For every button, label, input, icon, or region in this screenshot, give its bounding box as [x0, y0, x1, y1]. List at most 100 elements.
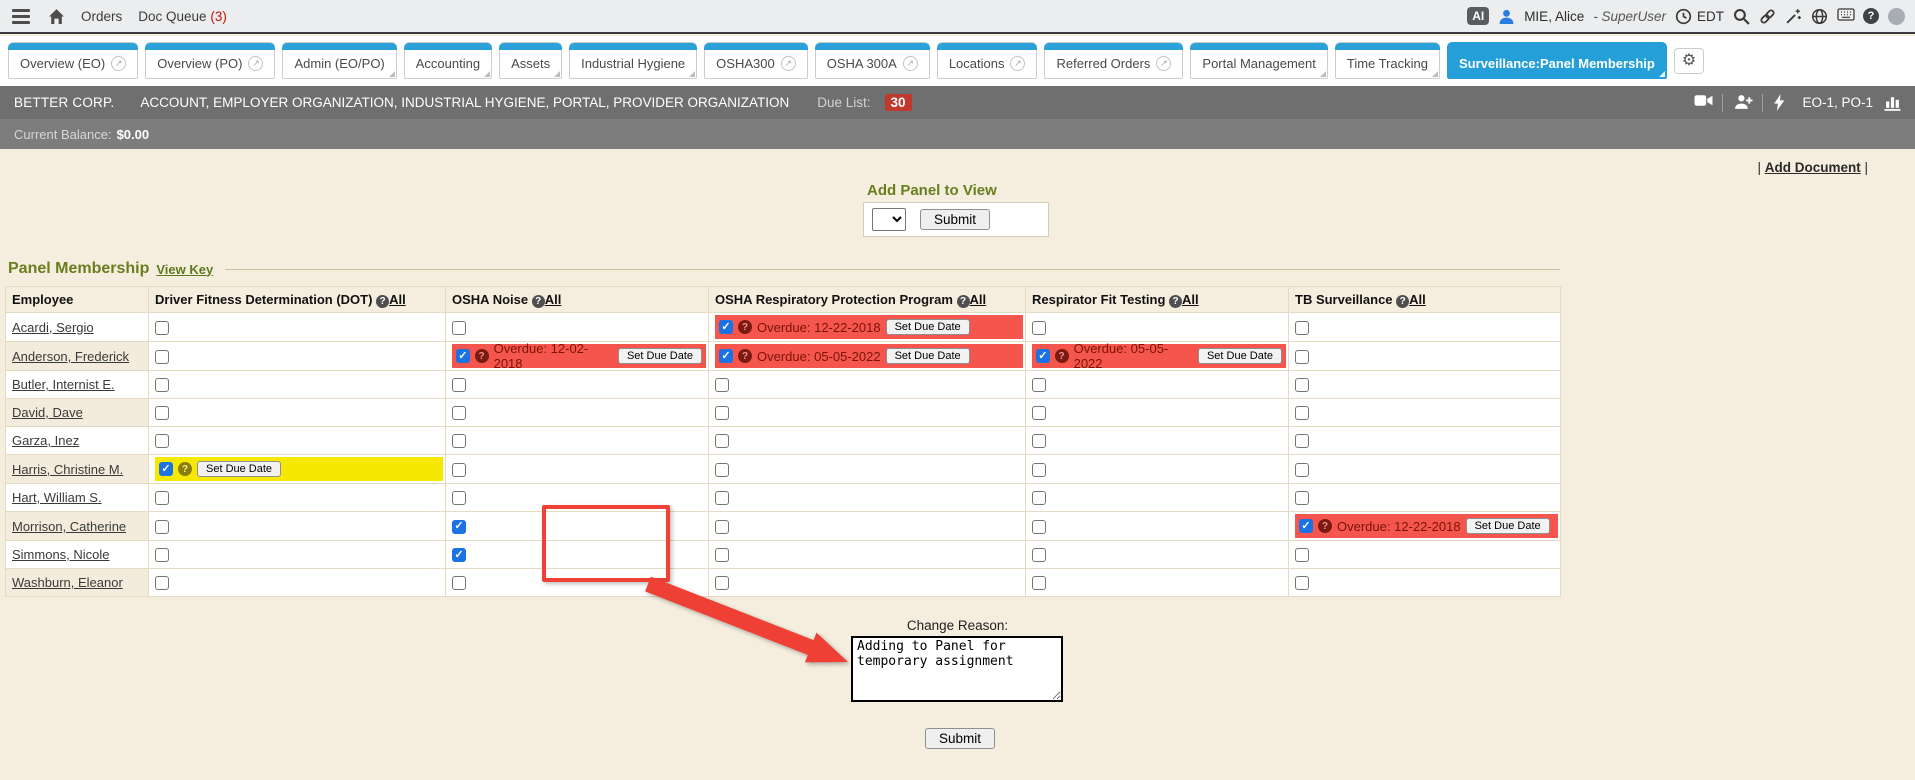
tab-osha300[interactable]: OSHA300↗ — [704, 42, 808, 79]
membership-checkbox[interactable] — [1032, 548, 1046, 562]
membership-checkbox[interactable] — [1032, 378, 1046, 392]
set-due-date-button[interactable]: Set Due Date — [886, 348, 970, 364]
set-due-date-button[interactable]: Set Due Date — [1466, 518, 1550, 534]
membership-checkbox[interactable] — [1295, 491, 1309, 505]
help-icon[interactable]: ? — [738, 320, 752, 334]
help-icon[interactable]: ? — [738, 349, 752, 363]
employee-link[interactable]: Morrison, Catherine — [12, 519, 126, 534]
tab-overview-po-[interactable]: Overview (PO)↗ — [145, 42, 275, 79]
membership-checkbox[interactable] — [452, 576, 466, 590]
chart-settings-gear-button[interactable]: ⚙ — [1674, 48, 1704, 74]
clock-icon[interactable] — [1675, 8, 1692, 25]
set-due-date-button[interactable]: Set Due Date — [618, 348, 702, 364]
membership-checkbox[interactable] — [1032, 491, 1046, 505]
search-icon[interactable] — [1733, 8, 1750, 25]
employee-link[interactable]: Hart, William S. — [12, 490, 102, 505]
doc-queue-link[interactable]: Doc Queue (3) — [138, 9, 227, 24]
add-panel-submit-button[interactable]: Submit — [920, 209, 990, 230]
tab-referred-orders[interactable]: Referred Orders↗ — [1044, 42, 1183, 79]
membership-checkbox[interactable] — [1032, 463, 1046, 477]
menu-icon[interactable] — [10, 7, 32, 26]
change-reason-textarea[interactable]: Adding to Panel for temporary assignment — [851, 636, 1063, 702]
membership-checkbox[interactable] — [1295, 350, 1309, 364]
help-icon[interactable]: ? — [1863, 8, 1879, 24]
video-camera-icon[interactable] — [1694, 94, 1711, 111]
membership-checkbox[interactable] — [1032, 434, 1046, 448]
membership-checkbox[interactable] — [452, 321, 466, 335]
employee-link[interactable]: Anderson, Frederick — [12, 349, 129, 364]
tab-accounting[interactable]: Accounting — [404, 42, 492, 79]
help-icon[interactable]: ? — [1055, 349, 1069, 363]
home-icon[interactable] — [48, 8, 65, 25]
select-all-link[interactable]: All — [1409, 292, 1426, 307]
membership-checkbox[interactable] — [155, 350, 169, 364]
orders-link[interactable]: Orders — [81, 9, 122, 24]
help-icon[interactable]: ? — [178, 462, 192, 476]
select-all-link[interactable]: All — [970, 292, 987, 307]
employee-link[interactable]: Acardi, Sergio — [12, 320, 94, 335]
external-link-icon[interactable]: ↗ — [1010, 56, 1025, 71]
tab-overview-eo-[interactable]: Overview (EO)↗ — [8, 42, 138, 79]
membership-checkbox[interactable] — [715, 378, 729, 392]
bar-chart-icon[interactable] — [1884, 94, 1901, 111]
help-icon[interactable]: ? — [376, 295, 389, 308]
set-due-date-button[interactable]: Set Due Date — [1198, 348, 1282, 364]
tab-surveillance-panel-membership[interactable]: Surveillance:Panel Membership — [1447, 42, 1667, 79]
membership-checkbox[interactable] — [715, 406, 729, 420]
due-list-count-badge[interactable]: 30 — [885, 94, 912, 111]
employee-link[interactable]: Simmons, Nicole — [12, 547, 110, 562]
employee-link[interactable]: David, Dave — [12, 405, 83, 420]
employee-link[interactable]: Garza, Inez — [12, 433, 79, 448]
help-icon[interactable]: ? — [1318, 519, 1332, 533]
select-all-link[interactable]: All — [1182, 292, 1199, 307]
help-icon[interactable]: ? — [957, 295, 970, 308]
membership-submit-button[interactable]: Submit — [925, 728, 995, 749]
ai-badge[interactable]: AI — [1467, 7, 1489, 25]
membership-checkbox[interactable]: ✓ — [159, 462, 173, 476]
membership-checkbox[interactable]: ✓ — [452, 548, 466, 562]
membership-checkbox[interactable] — [452, 491, 466, 505]
membership-checkbox[interactable] — [155, 406, 169, 420]
membership-checkbox[interactable] — [1295, 434, 1309, 448]
membership-checkbox[interactable]: ✓ — [719, 349, 733, 363]
tab-admin-eo-po-[interactable]: Admin (EO/PO) — [282, 42, 396, 79]
tab-assets[interactable]: Assets — [499, 42, 562, 79]
membership-checkbox[interactable] — [715, 491, 729, 505]
membership-checkbox[interactable] — [1295, 463, 1309, 477]
help-icon[interactable]: ? — [532, 295, 545, 308]
external-link-icon[interactable]: ↗ — [111, 56, 126, 71]
membership-checkbox[interactable] — [1295, 576, 1309, 590]
keyboard-icon[interactable] — [1837, 8, 1854, 25]
membership-checkbox[interactable] — [715, 576, 729, 590]
membership-checkbox[interactable] — [155, 378, 169, 392]
help-icon[interactable]: ? — [1396, 295, 1409, 308]
external-link-icon[interactable]: ↗ — [903, 56, 918, 71]
help-icon[interactable]: ? — [1169, 295, 1182, 308]
user-name[interactable]: MIE, Alice — [1524, 9, 1584, 24]
membership-checkbox[interactable] — [452, 378, 466, 392]
membership-checkbox[interactable] — [715, 548, 729, 562]
membership-checkbox[interactable] — [1032, 406, 1046, 420]
external-link-icon[interactable]: ↗ — [1156, 56, 1171, 71]
membership-checkbox[interactable] — [452, 434, 466, 448]
lightning-icon[interactable] — [1774, 94, 1791, 111]
panel-select[interactable] — [872, 208, 906, 231]
membership-checkbox[interactable] — [1295, 321, 1309, 335]
membership-checkbox[interactable]: ✓ — [452, 520, 466, 534]
employee-link[interactable]: Butler, Internist E. — [12, 377, 115, 392]
membership-checkbox[interactable] — [715, 520, 729, 534]
globe-phone-icon[interactable] — [1811, 8, 1828, 25]
membership-checkbox[interactable] — [1295, 378, 1309, 392]
tab-time-tracking[interactable]: Time Tracking — [1335, 42, 1440, 79]
link-icon[interactable] — [1759, 8, 1776, 25]
tab-portal-management[interactable]: Portal Management — [1190, 42, 1327, 79]
membership-checkbox[interactable] — [155, 548, 169, 562]
membership-checkbox[interactable]: ✓ — [719, 320, 733, 334]
help-icon[interactable]: ? — [475, 349, 489, 363]
membership-checkbox[interactable]: ✓ — [1036, 349, 1050, 363]
set-due-date-button[interactable]: Set Due Date — [886, 319, 970, 335]
membership-checkbox[interactable] — [155, 434, 169, 448]
employee-link[interactable]: Washburn, Eleanor — [12, 575, 123, 590]
magic-wand-icon[interactable] — [1785, 8, 1802, 25]
add-document-link[interactable]: Add Document — [1765, 160, 1861, 175]
